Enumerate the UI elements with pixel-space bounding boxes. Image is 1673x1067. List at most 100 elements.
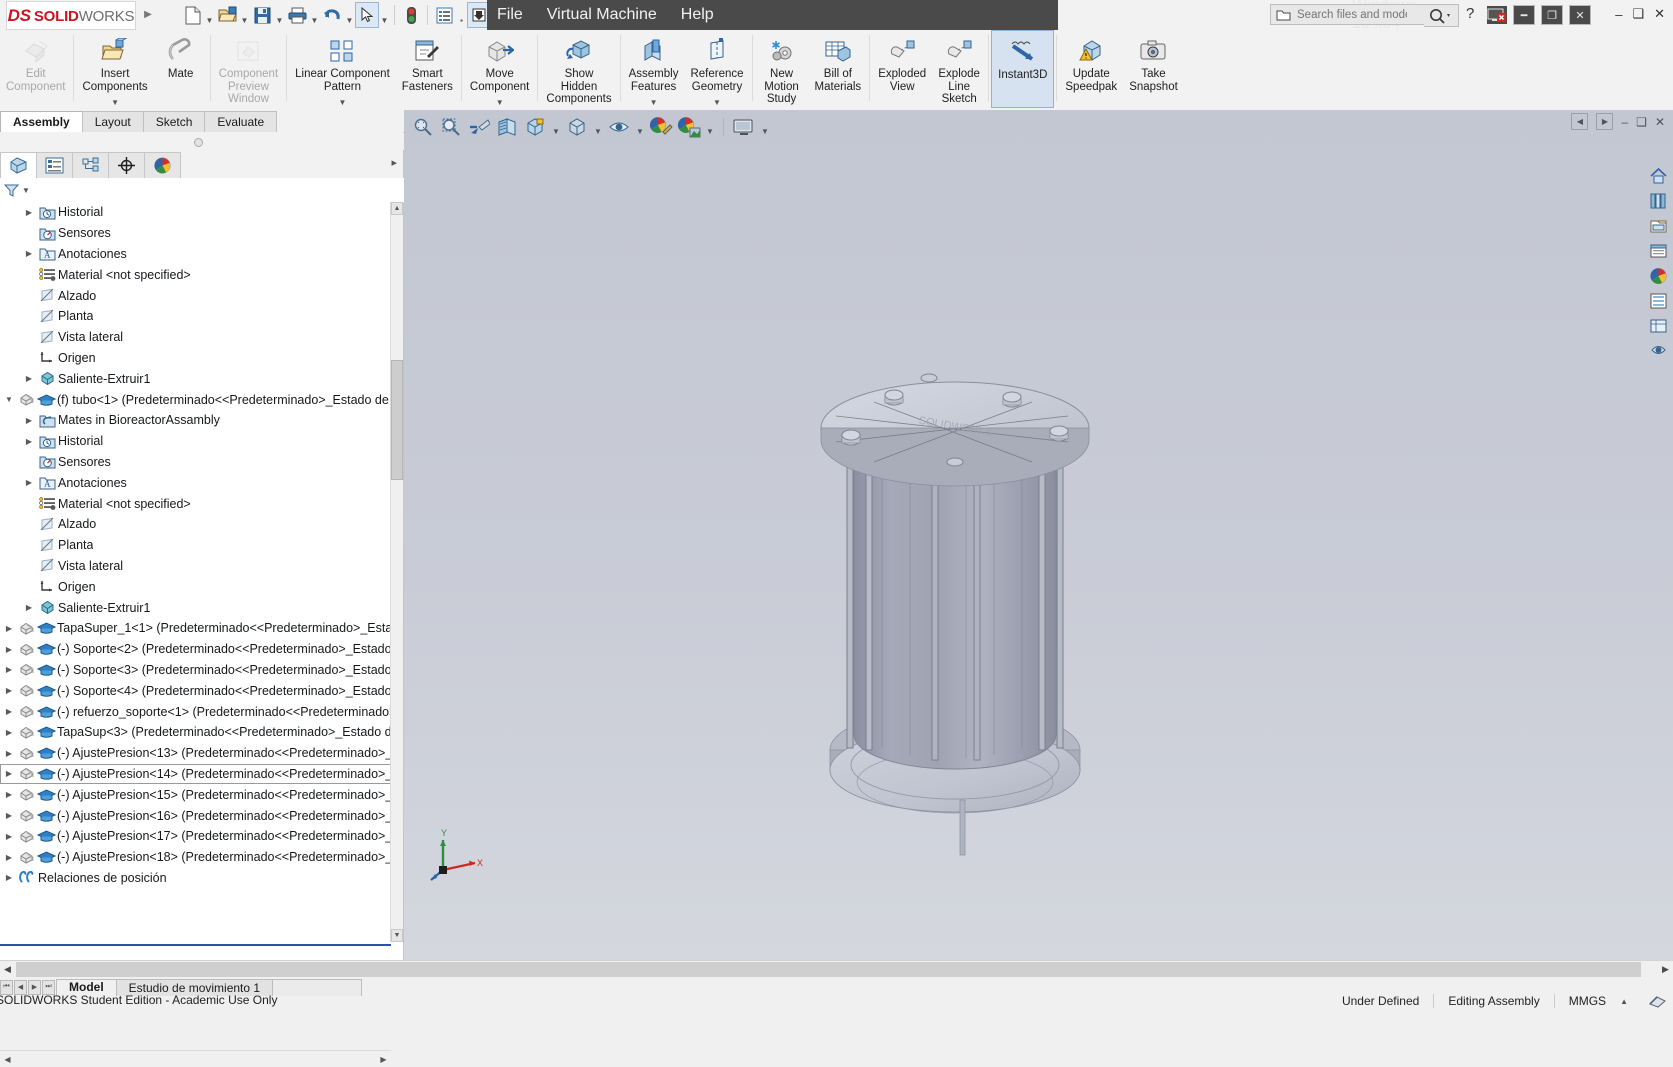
view-palette-icon[interactable]: [1647, 265, 1669, 287]
configuration-manager-icon[interactable]: [72, 152, 109, 178]
app-close-button[interactable]: ✕: [1654, 6, 1665, 22]
tree-item[interactable]: Material <not specified>: [0, 264, 391, 285]
vm-disconnect-icon[interactable]: [1487, 6, 1507, 24]
display-manager-side-icon[interactable]: [1647, 340, 1669, 362]
menu-expand-arrow-icon[interactable]: ▶: [140, 4, 156, 25]
tree-item[interactable]: ▶Historial: [0, 431, 391, 452]
vm-restore-button[interactable]: ❐: [1541, 5, 1563, 25]
tree-item[interactable]: ▶(-) AjustePresion<13> (Predeterminado<<…: [0, 743, 391, 764]
chevron-right-icon[interactable]: ▶: [22, 478, 36, 487]
ribbon-button-update-speedpak[interactable]: UpdateSpeedpak: [1059, 30, 1123, 108]
select-dropdown-icon[interactable]: ▼: [379, 0, 390, 32]
view-orientation-icon[interactable]: [522, 114, 548, 140]
viewport-scroll-right-button[interactable]: ▶: [1658, 962, 1673, 977]
chevron-right-icon[interactable]: ▶: [22, 374, 36, 383]
dimxpert-manager-icon[interactable]: [108, 152, 145, 178]
chevron-right-icon[interactable]: ▶: [2, 790, 16, 799]
tree-item[interactable]: ▶(-) AjustePresion<16> (Predeterminado<<…: [0, 805, 391, 826]
search-magnifier-button[interactable]: [1424, 4, 1459, 27]
chevron-down-icon[interactable]: ▼: [650, 98, 658, 107]
filter-dropdown-icon[interactable]: ▼: [22, 186, 30, 195]
display-style-icon[interactable]: [564, 114, 590, 140]
tree-vertical-scrollbar[interactable]: ▲ ▼: [390, 202, 403, 942]
open-folder-icon[interactable]: [215, 2, 239, 28]
tree-item[interactable]: ▶TapaSup<3> (Predeterminado<<Predetermin…: [0, 722, 391, 743]
pin-dot-icon[interactable]: [194, 138, 203, 147]
tree-item[interactable]: Vista lateral: [0, 556, 391, 577]
tab-sketch[interactable]: Sketch: [143, 111, 206, 132]
app-restore-button[interactable]: ❑: [1632, 6, 1644, 22]
save-dropdown-icon[interactable]: ▼: [274, 0, 285, 32]
hide-show-dropdown-icon[interactable]: ▼: [634, 110, 646, 144]
tree-item[interactable]: Alzado: [0, 285, 391, 306]
save-icon[interactable]: [250, 2, 274, 28]
chevron-right-icon[interactable]: ▶: [2, 853, 16, 862]
search-input[interactable]: [1295, 8, 1409, 22]
vm-menu-virtual-machine[interactable]: Virtual Machine: [547, 6, 657, 24]
tab-layout[interactable]: Layout: [82, 111, 144, 132]
tree-item[interactable]: ▶AAnotaciones: [0, 472, 391, 493]
chevron-right-icon[interactable]: ▶: [2, 832, 16, 841]
viewport-horizontal-scrollbar[interactable]: ◀ ▶: [0, 960, 1673, 979]
app-minimize-button[interactable]: –: [1615, 7, 1622, 22]
chevron-right-icon[interactable]: ▶: [22, 208, 36, 217]
select-pointer-icon[interactable]: [355, 2, 379, 28]
chevron-right-icon[interactable]: ▶: [2, 665, 16, 674]
tree-item[interactable]: ▼(f) tubo<1> (Predeterminado<<Predetermi…: [0, 389, 391, 410]
tree-item[interactable]: ▶(-) Soporte<2> (Predeterminado<<Predete…: [0, 639, 391, 660]
tree-item[interactable]: ▶Relaciones de posición: [0, 868, 391, 889]
vm-minimize-button[interactable]: ━: [1513, 5, 1535, 25]
chevron-right-icon[interactable]: ▶: [2, 728, 16, 737]
ribbon-button-explode-line-sketch[interactable]: ExplodeLineSketch: [932, 30, 986, 108]
chevron-right-icon[interactable]: ▶: [22, 416, 36, 425]
library-icon[interactable]: [1647, 190, 1669, 212]
ribbon-button-smart-fasteners[interactable]: SmartFasteners: [396, 30, 459, 108]
view-settings-dropdown-icon[interactable]: ▼: [759, 110, 771, 144]
new-document-icon[interactable]: [180, 2, 204, 28]
undo-dropdown-icon[interactable]: ▼: [344, 0, 355, 32]
chevron-right-icon[interactable]: ▶: [2, 645, 16, 654]
file-explorer-icon[interactable]: [1647, 240, 1669, 262]
hide-show-items-icon[interactable]: [606, 114, 632, 140]
chevron-right-icon[interactable]: ▶: [2, 811, 16, 820]
chevron-right-icon[interactable]: ▶: [2, 686, 16, 695]
tree-scroll-right-button[interactable]: ▶: [376, 1052, 391, 1066]
ribbon-button-linear-component-pattern[interactable]: Linear ComponentPattern▼: [289, 30, 396, 108]
tree-item[interactable]: Vista lateral: [0, 327, 391, 348]
tree-item[interactable]: ▶Saliente-Extruir1: [0, 368, 391, 389]
ribbon-button-move-component[interactable]: MoveComponent▼: [464, 30, 535, 108]
apply-scene-dropdown-icon[interactable]: ▼: [704, 110, 716, 144]
chevron-right-icon[interactable]: ▶: [22, 603, 36, 612]
tree-item[interactable]: Material <not specified>: [0, 493, 391, 514]
viewport-scroll-left-button[interactable]: ◀: [0, 962, 15, 977]
collapse-left-icon[interactable]: ◀: [1571, 113, 1588, 130]
undo-icon[interactable]: [320, 2, 344, 28]
status-units[interactable]: MMGS: [1554, 994, 1620, 1008]
chevron-right-icon[interactable]: ▶: [2, 624, 16, 633]
tree-scroll-thumb[interactable]: [391, 360, 403, 480]
tree-item[interactable]: Origen: [0, 348, 391, 369]
feature-tree[interactable]: ▶HistorialSensores▶AAnotacionesMaterial …: [0, 202, 391, 942]
tree-item[interactable]: ▶(-) AjustePresion<18> (Predeterminado<<…: [0, 847, 391, 868]
search-files-box[interactable]: [1270, 4, 1442, 25]
view-settings-icon[interactable]: [731, 114, 757, 140]
document-close-button[interactable]: ✕: [1655, 115, 1665, 129]
tree-item[interactable]: Sensores: [0, 452, 391, 473]
tree-item[interactable]: ▶(-) AjustePresion<14> (Predeterminado<<…: [0, 764, 391, 785]
vm-menu-file[interactable]: File: [497, 6, 523, 24]
chevron-down-icon[interactable]: ▼: [713, 98, 721, 107]
chevron-down-icon[interactable]: ▼: [111, 98, 119, 107]
apply-scene-icon[interactable]: [676, 114, 702, 140]
view-orientation-dropdown-icon[interactable]: ▼: [550, 110, 562, 144]
graphics-viewport[interactable]: SOLIDWORKS Y X: [404, 110, 1673, 960]
document-minimize-button[interactable]: –: [1621, 115, 1628, 129]
tree-item[interactable]: ▶TapaSuper_1<1> (Predeterminado<<Predete…: [0, 618, 391, 639]
chevron-right-icon[interactable]: ▶: [22, 249, 36, 258]
zoom-to-area-icon[interactable]: [438, 114, 464, 140]
print-icon[interactable]: [285, 2, 309, 28]
tree-item[interactable]: ▶AAnotaciones: [0, 244, 391, 265]
rebuild-icon[interactable]: [399, 2, 423, 28]
chevron-right-icon[interactable]: ▶: [2, 707, 16, 716]
home-icon[interactable]: [1647, 165, 1669, 187]
tree-item[interactable]: Planta: [0, 306, 391, 327]
